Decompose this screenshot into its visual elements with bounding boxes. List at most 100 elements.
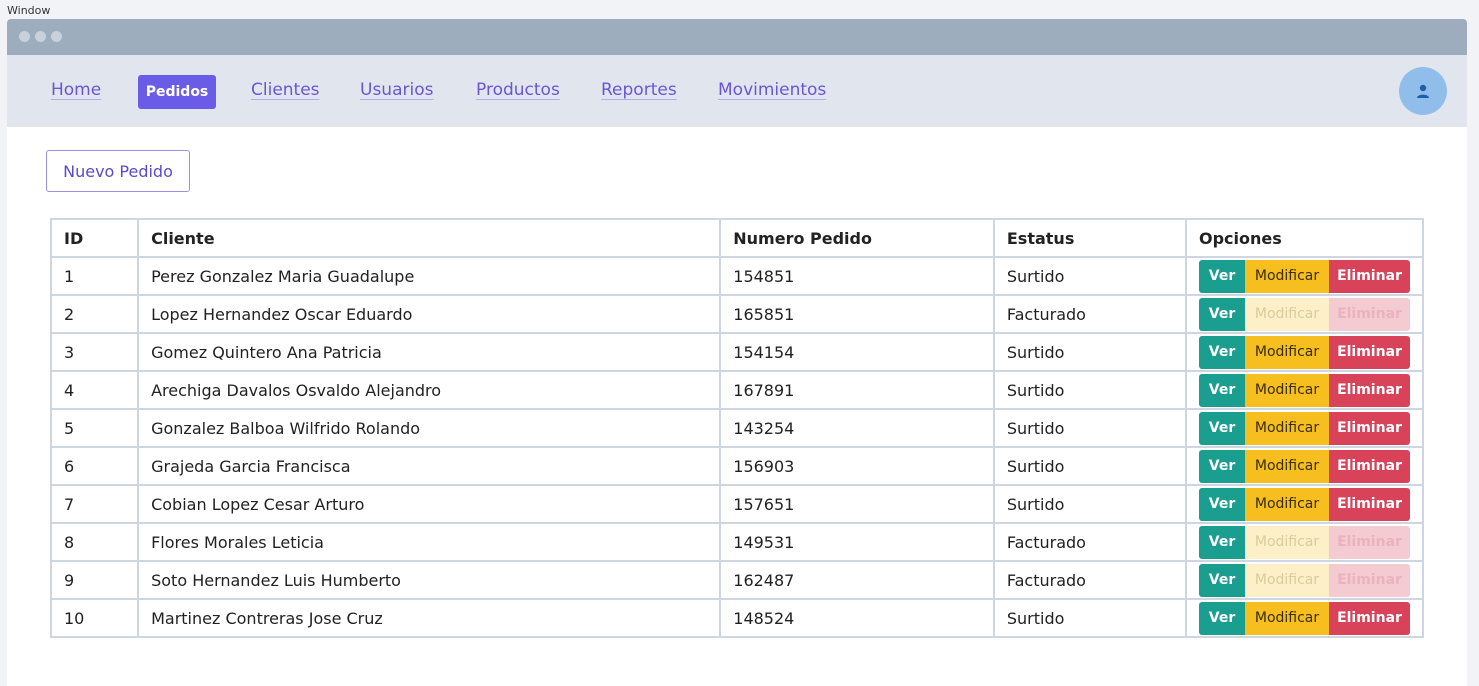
delete-button[interactable]: Eliminar: [1329, 601, 1410, 635]
window-maximize-dot[interactable]: [51, 31, 62, 42]
cell-id: 10: [49, 598, 140, 638]
edit-button[interactable]: Modificar: [1245, 373, 1329, 407]
cell-numero-pedido: 165851: [719, 294, 995, 334]
row-actions: Ver Modificar Eliminar: [1199, 373, 1410, 407]
nav-movimientos[interactable]: Movimientos: [718, 80, 826, 100]
delete-button[interactable]: Eliminar: [1329, 487, 1410, 521]
view-button[interactable]: Ver: [1199, 449, 1245, 483]
delete-button: Eliminar: [1329, 297, 1410, 331]
table-row: 8 Flores Morales Leticia 149531 Facturado Ve…: [49, 522, 1424, 562]
nav-pedidos[interactable]: Pedidos: [138, 75, 216, 109]
cell-numero-pedido: 148524: [719, 598, 995, 638]
nav-productos[interactable]: Productos: [476, 80, 560, 100]
cell-cliente: Gomez Quintero Ana Patricia: [137, 332, 722, 372]
delete-button[interactable]: Eliminar: [1329, 449, 1410, 483]
cell-estatus: Facturado: [992, 294, 1188, 334]
header-cliente[interactable]: Cliente: [137, 218, 722, 258]
row-actions: Ver Modificar Eliminar: [1199, 487, 1410, 521]
cell-id: 4: [49, 370, 140, 410]
header-numero-pedido[interactable]: Numero Pedido: [719, 218, 995, 258]
new-order-button[interactable]: Nuevo Pedido: [46, 150, 190, 192]
cell-estatus: Surtido: [992, 446, 1188, 486]
top-navbar: Home Pedidos Clientes Usuarios Productos…: [7, 55, 1467, 127]
cell-id: 5: [49, 408, 140, 448]
window-close-dot[interactable]: [19, 31, 30, 42]
edit-button[interactable]: Modificar: [1245, 411, 1329, 445]
cell-estatus: Surtido: [992, 484, 1188, 524]
header-estatus[interactable]: Estatus: [992, 218, 1188, 258]
cell-id: 3: [49, 332, 140, 372]
row-actions: Ver Modificar Eliminar: [1199, 601, 1410, 635]
cell-estatus: Surtido: [992, 598, 1188, 638]
cell-id: 9: [49, 560, 140, 600]
delete-button[interactable]: Eliminar: [1329, 411, 1410, 445]
cell-cliente: Martinez Contreras Jose Cruz: [137, 598, 722, 638]
cell-cliente: Perez Gonzalez Maria Guadalupe: [137, 256, 722, 296]
view-button[interactable]: Ver: [1199, 411, 1245, 445]
nav-reportes[interactable]: Reportes: [601, 80, 677, 100]
table-header-row: ID Cliente Numero Pedido Estatus Opcione…: [49, 218, 1424, 258]
row-actions: Ver Modificar Eliminar: [1199, 563, 1410, 597]
nav-clientes[interactable]: Clientes: [251, 80, 320, 100]
cell-numero-pedido: 167891: [719, 370, 995, 410]
delete-button[interactable]: Eliminar: [1329, 259, 1410, 293]
view-button[interactable]: Ver: [1199, 487, 1245, 521]
orders-table-body: 1 Perez Gonzalez Maria Guadalupe 154851 Sur…: [49, 256, 1424, 638]
view-button[interactable]: Ver: [1199, 335, 1245, 369]
cell-estatus: Surtido: [992, 370, 1188, 410]
header-id[interactable]: ID: [49, 218, 140, 258]
table-row: 10 Martinez Contreras Jose Cruz 148524 Surt…: [49, 598, 1424, 638]
view-button[interactable]: Ver: [1199, 563, 1245, 597]
cell-opciones: Ver Modificar Eliminar: [1185, 408, 1424, 448]
view-button[interactable]: Ver: [1199, 259, 1245, 293]
edit-button[interactable]: Modificar: [1245, 487, 1329, 521]
edit-button[interactable]: Modificar: [1245, 335, 1329, 369]
cell-id: 7: [49, 484, 140, 524]
cell-estatus: Facturado: [992, 522, 1188, 562]
table-row: 2 Lopez Hernandez Oscar Eduardo 165851 Fact…: [49, 294, 1424, 334]
view-button[interactable]: Ver: [1199, 525, 1245, 559]
delete-button[interactable]: Eliminar: [1329, 373, 1410, 407]
cell-opciones: Ver Modificar Eliminar: [1185, 370, 1424, 410]
row-actions: Ver Modificar Eliminar: [1199, 525, 1410, 559]
cell-cliente: Lopez Hernandez Oscar Eduardo: [137, 294, 722, 334]
nav-usuarios[interactable]: Usuarios: [360, 80, 433, 100]
cell-numero-pedido: 156903: [719, 446, 995, 486]
table-row: 4 Arechiga Davalos Osvaldo Alejandro 16789…: [49, 370, 1424, 410]
window-minimize-dot[interactable]: [35, 31, 46, 42]
cell-numero-pedido: 143254: [719, 408, 995, 448]
edit-button: Modificar: [1245, 297, 1329, 331]
view-button[interactable]: Ver: [1199, 601, 1245, 635]
edit-button[interactable]: Modificar: [1245, 601, 1329, 635]
cell-numero-pedido: 162487: [719, 560, 995, 600]
delete-button[interactable]: Eliminar: [1329, 335, 1410, 369]
table-row: 6 Grajeda Garcia Francisca 156903 Surtido Ve…: [49, 446, 1424, 486]
app-window: Home Pedidos Clientes Usuarios Productos…: [7, 19, 1467, 686]
cell-numero-pedido: 154851: [719, 256, 995, 296]
user-avatar[interactable]: [1399, 67, 1447, 115]
header-opciones: Opciones: [1185, 218, 1424, 258]
edit-button: Modificar: [1245, 525, 1329, 559]
row-actions: Ver Modificar Eliminar: [1199, 259, 1410, 293]
window-label: Window: [7, 4, 51, 17]
edit-button[interactable]: Modificar: [1245, 259, 1329, 293]
cell-cliente: Soto Hernandez Luis Humberto: [137, 560, 722, 600]
cell-opciones: Ver Modificar Eliminar: [1185, 484, 1424, 524]
cell-estatus: Surtido: [992, 332, 1188, 372]
cell-cliente: Cobian Lopez Cesar Arturo: [137, 484, 722, 524]
table-row: 5 Gonzalez Balboa Wilfrido Rolando 143254 S…: [49, 408, 1424, 448]
cell-opciones: Ver Modificar Eliminar: [1185, 522, 1424, 562]
cell-id: 6: [49, 446, 140, 486]
delete-button: Eliminar: [1329, 563, 1410, 597]
nav-home[interactable]: Home: [51, 80, 101, 100]
edit-button[interactable]: Modificar: [1245, 449, 1329, 483]
cell-opciones: Ver Modificar Eliminar: [1185, 294, 1424, 334]
user-icon: [1417, 84, 1429, 98]
cell-estatus: Surtido: [992, 256, 1188, 296]
cell-estatus: Facturado: [992, 560, 1188, 600]
row-actions: Ver Modificar Eliminar: [1199, 297, 1410, 331]
view-button[interactable]: Ver: [1199, 297, 1245, 331]
cell-opciones: Ver Modificar Eliminar: [1185, 598, 1424, 638]
cell-opciones: Ver Modificar Eliminar: [1185, 560, 1424, 600]
view-button[interactable]: Ver: [1199, 373, 1245, 407]
